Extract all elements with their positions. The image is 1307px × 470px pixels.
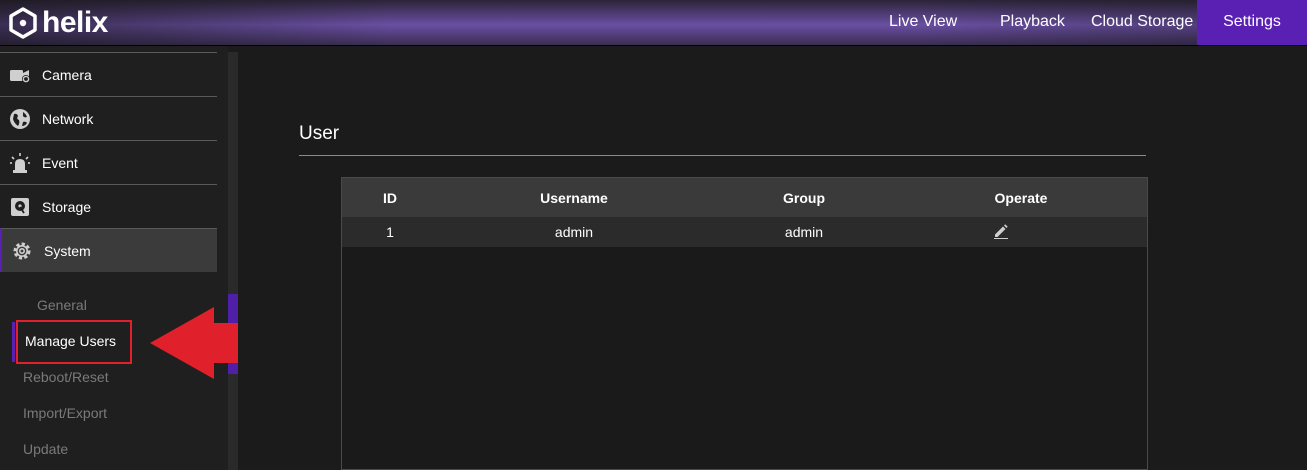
storage-icon — [9, 196, 31, 218]
page-title: User — [299, 123, 340, 144]
submenu-reboot-reset[interactable]: Reboot/Reset — [23, 369, 109, 385]
nav-cloud-storage[interactable]: Cloud Storage — [1091, 0, 1193, 45]
submenu-import-export[interactable]: Import/Export — [23, 405, 107, 421]
sidebar-item-label: Event — [42, 154, 78, 171]
sidebar-item-system[interactable]: System — [0, 228, 217, 272]
helix-hexagon-icon — [9, 7, 37, 39]
row-group: admin — [784, 224, 824, 240]
submenu-general[interactable]: General — [37, 297, 87, 313]
submenu-selected-indicator — [12, 322, 15, 362]
header-id: ID — [383, 190, 397, 206]
sidebar-item-event[interactable]: Event — [0, 140, 217, 184]
sidebar-item-network[interactable]: Network — [0, 96, 217, 140]
submenu-update[interactable]: Update — [23, 441, 68, 457]
nav-playback[interactable]: Playback — [1000, 0, 1065, 45]
sidebar-item-label: Camera — [42, 66, 92, 83]
nav-live-view[interactable]: Live View — [889, 0, 957, 45]
sidebar-item-camera[interactable]: Camera — [0, 52, 217, 96]
row-username: admin — [554, 224, 594, 240]
nav-settings[interactable]: Settings — [1197, 0, 1307, 45]
gear-icon — [11, 240, 33, 262]
users-table: ID Username Group Operate 1 admin admin — [341, 177, 1148, 470]
sidebar-scrollbar[interactable] — [228, 52, 238, 470]
sidebar-item-label: Storage — [42, 198, 92, 215]
camera-icon — [9, 64, 31, 86]
edit-icon[interactable] — [993, 223, 1009, 239]
sidebar-item-label: Network — [42, 110, 94, 127]
helix-logo[interactable]: helix — [8, 6, 108, 40]
sidebar-item-label: System — [44, 242, 91, 259]
logo-text: helix — [42, 6, 108, 39]
table-row: 1 admin admin — [342, 217, 1147, 247]
table-header: ID Username Group Operate — [342, 178, 1147, 217]
top-header: helix Live View Playback Cloud Storage S… — [0, 0, 1307, 46]
alarm-icon — [9, 152, 31, 174]
sidebar-item-storage[interactable]: Storage — [0, 184, 217, 228]
row-id: 1 — [386, 224, 394, 240]
submenu-manage-users[interactable]: Manage Users — [25, 333, 116, 349]
header-group: Group — [783, 190, 825, 206]
header-username: Username — [540, 190, 608, 206]
globe-icon — [9, 108, 31, 130]
title-divider — [299, 155, 1146, 156]
header-operate: Operate — [994, 190, 1048, 206]
